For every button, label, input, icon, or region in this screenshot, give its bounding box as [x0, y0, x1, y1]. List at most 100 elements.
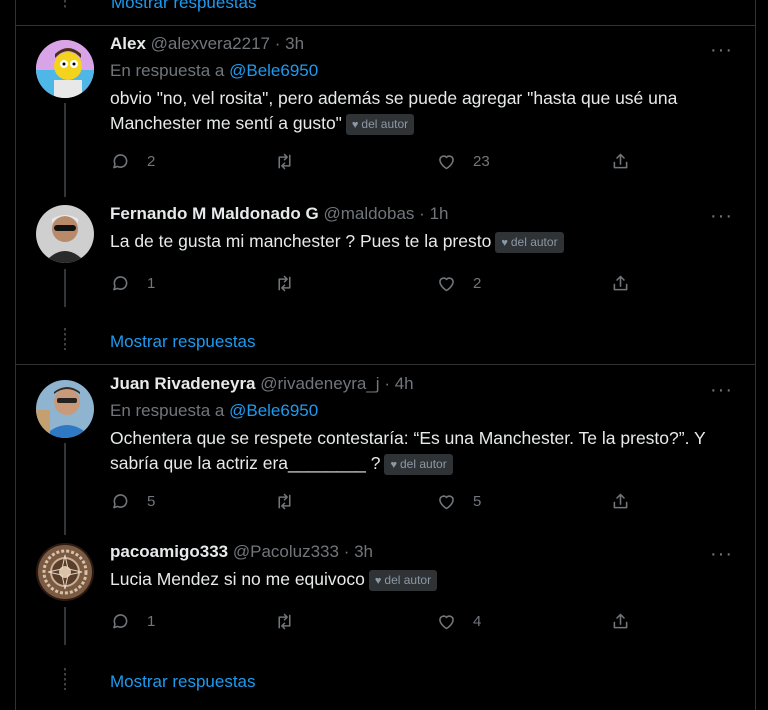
tweet-juan[interactable]: ··· Juan Rivadeneyra @rivadeneyra_j · 4h…	[16, 365, 755, 535]
tweet-body: La de te gusta mi manchester ? Pues te l…	[110, 231, 492, 251]
show-replies-link[interactable]: Mostrar respuestas	[110, 672, 256, 692]
tweet-actions: 1 2	[110, 273, 628, 297]
author-liked-badge: ♥ del autor	[345, 113, 415, 135]
like-button[interactable]: 2	[436, 273, 481, 294]
avatar-image	[36, 380, 94, 438]
reply-button[interactable]: 1	[110, 611, 155, 632]
badge-label: del autor	[510, 234, 558, 249]
reply-button[interactable]: 2	[110, 151, 155, 172]
tweet-pacoamigo333[interactable]: ··· pacoamigo333 @Pacoluz333 · 3h Lucia …	[16, 535, 755, 655]
tweet-actions: 2 23	[110, 151, 628, 175]
tweet-actions: 5 5	[110, 491, 628, 515]
author-liked-badge: ♥ del autor	[368, 569, 438, 591]
author-liked-badge: ♥ del autor	[495, 231, 564, 253]
tweet-alex[interactable]: ··· Alex @alexvera2217 · 3h En respuesta…	[16, 25, 755, 197]
like-count: 23	[473, 153, 490, 170]
reply-prefix: En respuesta a	[110, 401, 225, 420]
like-button[interactable]: 4	[436, 611, 481, 632]
reply-icon	[113, 494, 128, 509]
reply-count: 5	[147, 493, 156, 510]
show-replies-link-top[interactable]: Mostrar respuestas	[111, 0, 257, 13]
badge-label: del autor	[384, 572, 432, 587]
retweet-button[interactable]	[274, 151, 311, 172]
thread-line	[64, 269, 66, 307]
heart-icon: ♥	[351, 118, 359, 131]
separator-dot: ·	[343, 542, 350, 561]
avatar[interactable]	[36, 380, 94, 438]
user-handle[interactable]: @maldobas	[323, 204, 414, 223]
separator-dot: ·	[384, 374, 390, 393]
retweet-icon	[278, 493, 291, 510]
display-name[interactable]: Alex	[110, 34, 146, 53]
thread-dotted-line	[64, 668, 66, 690]
timestamp[interactable]: 3h	[285, 34, 304, 53]
thread-dotted-line	[64, 328, 66, 350]
avatar[interactable]	[36, 40, 94, 98]
aztec-calendar-image	[36, 543, 94, 601]
separator-dot: ·	[419, 204, 425, 223]
tweet-header: Alex @alexvera2217 · 3h	[110, 33, 733, 55]
reply-prefix: En respuesta a	[110, 61, 225, 80]
user-handle[interactable]: @Pacoluz333	[233, 542, 339, 561]
user-handle[interactable]: @alexvera2217	[151, 34, 270, 53]
tweet-text: obvio "no, vel rosita", pero además se p…	[110, 86, 733, 136]
heart-icon: ♥	[390, 458, 397, 471]
heart-outline-icon	[439, 615, 454, 630]
display-name[interactable]: pacoamigo333	[110, 542, 228, 561]
reply-icon	[113, 614, 128, 629]
reply-button[interactable]: 5	[110, 491, 155, 512]
tweet-header: Juan Rivadeneyra @rivadeneyra_j · 4h	[110, 373, 733, 395]
retweet-button[interactable]	[274, 611, 311, 632]
reply-count: 1	[147, 275, 156, 292]
reply-count: 1	[147, 613, 156, 630]
share-button[interactable]	[610, 611, 631, 632]
retweet-icon	[278, 153, 291, 170]
reply-icon	[113, 276, 128, 291]
thread-line	[64, 607, 66, 645]
like-count: 5	[473, 493, 482, 510]
heart-outline-icon	[439, 155, 454, 170]
avatar[interactable]	[36, 205, 94, 263]
thread-line	[64, 443, 66, 535]
timestamp[interactable]: 1h	[430, 204, 449, 223]
retweet-icon	[278, 275, 291, 292]
tweet-header: pacoamigo333 @Pacoluz333 · 3h	[110, 541, 733, 563]
badge-label: del autor	[400, 456, 447, 471]
like-count: 2	[473, 275, 482, 292]
avatar[interactable]	[36, 543, 94, 601]
heart-outline-icon	[439, 277, 454, 292]
reply-button[interactable]: 1	[110, 273, 155, 294]
share-button[interactable]	[610, 273, 631, 294]
timestamp[interactable]: 3h	[354, 542, 373, 561]
thread-line	[64, 103, 66, 197]
share-button[interactable]	[610, 491, 631, 512]
tweet-text: Ochentera que se respete contestaría: “E…	[110, 426, 733, 476]
display-name[interactable]: Juan Rivadeneyra	[110, 374, 256, 393]
tweet-text: La de te gusta mi manchester ? Pues te l…	[110, 229, 733, 254]
share-icon	[613, 493, 628, 509]
retweet-button[interactable]	[274, 273, 311, 294]
user-handle[interactable]: @rivadeneyra_j	[260, 374, 379, 393]
conversation-column: Mostrar respuestas ··· Alex @alexvera221…	[15, 0, 756, 710]
thread-dotted-line	[64, 0, 66, 10]
tweet-actions: 1 4	[110, 611, 628, 635]
share-icon	[613, 275, 628, 291]
like-button[interactable]: 5	[436, 491, 481, 512]
avatar-image	[36, 205, 94, 263]
timestamp[interactable]: 4h	[395, 374, 414, 393]
reply-count: 2	[147, 153, 156, 170]
reply-to-mention[interactable]: @Bele6950	[229, 401, 318, 420]
tweet-text: Lucia Mendez si no me equivoco ♥ del autor	[110, 567, 733, 592]
share-icon	[613, 153, 628, 169]
tweet-fernando[interactable]: ··· Fernando M Maldonado G @maldobas · 1…	[16, 197, 755, 317]
share-button[interactable]	[610, 151, 631, 172]
reply-icon	[113, 154, 128, 169]
display-name[interactable]: Fernando M Maldonado G	[110, 204, 319, 223]
heart-icon: ♥	[374, 574, 382, 587]
like-button[interactable]: 23	[436, 151, 490, 172]
retweet-button[interactable]	[274, 491, 311, 512]
tweet-body: Lucia Mendez si no me equivoco	[110, 569, 365, 589]
reply-to-mention[interactable]: @Bele6950	[229, 61, 318, 80]
show-replies-link[interactable]: Mostrar respuestas	[110, 332, 256, 352]
author-liked-badge: ♥ del autor	[384, 453, 453, 475]
